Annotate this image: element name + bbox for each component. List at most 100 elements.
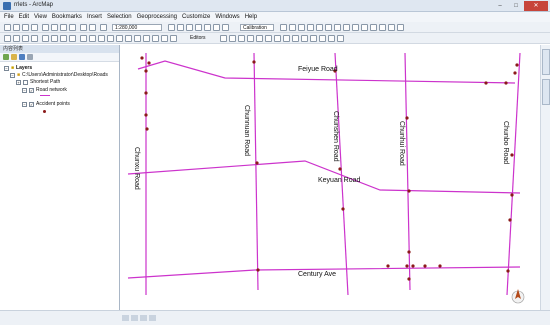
go-to-xy-icon[interactable] [125,35,132,42]
reshape-feature-icon[interactable] [283,35,290,42]
copy-icon[interactable] [51,24,58,31]
editor-toolbar-icon[interactable] [168,24,175,31]
menu-insert[interactable]: Insert [87,12,102,22]
menu-file[interactable]: File [4,12,14,22]
map-display[interactable]: Feiyue Road Keyuan Road Century Ave Chun… [120,45,540,310]
modelbuilder-icon[interactable] [222,24,229,31]
menu-bookmarks[interactable]: Bookmarks [52,12,82,22]
editor-menu[interactable]: Editors [190,35,206,42]
zoom-out-icon[interactable] [13,35,20,42]
catalog-tab[interactable] [542,49,550,75]
data-source-row[interactable]: − ■ C:\Users\Administrator\Desktop\Roads [10,72,108,79]
split-tool-icon[interactable] [301,35,308,42]
menu-customize[interactable]: Customize [182,12,210,22]
layer-visibility-checkbox[interactable]: ✓ [29,102,34,107]
network-analyst-icon[interactable] [352,24,359,31]
options-icon[interactable] [397,24,404,31]
pan-icon[interactable] [22,35,29,42]
map-scale-combo[interactable]: 1:280,000 [112,24,162,31]
rotate-tool-icon[interactable] [310,35,317,42]
cut-polygons-icon[interactable] [292,35,299,42]
viewer-window-icon[interactable] [170,35,177,42]
list-by-selection-icon[interactable] [27,54,33,60]
menu-selection[interactable]: Selection [107,12,132,22]
layer-visibility-checkbox[interactable] [23,80,28,85]
menu-view[interactable]: View [34,12,47,22]
html-popup-icon[interactable] [152,35,159,42]
layer-visibility-checkbox[interactable]: ✓ [29,88,34,93]
edit-vertices-icon[interactable] [274,35,281,42]
sketch-properties-icon[interactable] [328,35,335,42]
paste-icon[interactable] [60,24,67,31]
select-tool-icon[interactable] [280,24,287,31]
point-icon[interactable] [265,35,272,42]
calibration-dropdown[interactable]: Calibration [240,24,274,31]
collapse-icon[interactable]: − [22,88,27,93]
layout-view-icon[interactable] [131,315,138,321]
arctoolbox-icon[interactable] [204,24,211,31]
save-icon[interactable] [22,24,29,31]
trace-icon[interactable] [256,35,263,42]
new-route-icon[interactable] [361,24,368,31]
solve-icon[interactable] [370,24,377,31]
layout-icon[interactable] [343,24,350,31]
table-of-contents-icon[interactable] [177,24,184,31]
measure-tool-icon[interactable] [134,35,141,42]
clear-selection-icon[interactable] [89,35,96,42]
menu-windows[interactable]: Windows [215,12,239,22]
create-features-icon[interactable] [388,24,395,31]
cut-icon[interactable] [42,24,49,31]
layers-root[interactable]: − ■ Layers [4,65,32,72]
measure-icon[interactable] [325,24,332,31]
arctoolbox-tab[interactable] [542,79,550,105]
attributes-icon[interactable] [319,35,326,42]
zoom-in-icon[interactable] [4,35,11,42]
hyperlink-icon[interactable] [143,35,150,42]
accident-points-row[interactable]: − ✓ Accident points [22,101,70,108]
fixed-zoom-in-icon[interactable] [42,35,49,42]
back-extent-icon[interactable] [60,35,67,42]
catalog-window-icon[interactable] [186,24,193,31]
identify-route-icon[interactable] [298,24,305,31]
print-icon[interactable] [31,24,38,31]
create-features-window-icon[interactable] [337,35,344,42]
road-network-row[interactable]: − ✓ Road network [22,87,67,94]
collapse-icon[interactable]: − [4,66,9,71]
route-locations-icon[interactable] [316,24,323,31]
list-by-visibility-icon[interactable] [19,54,25,60]
menu-edit[interactable]: Edit [19,12,29,22]
collapse-icon[interactable]: − [10,73,15,78]
undo-icon[interactable] [80,24,87,31]
edit-tool-icon[interactable] [220,35,227,42]
open-folder-icon[interactable] [13,24,20,31]
python-window-icon[interactable] [213,24,220,31]
fixed-zoom-out-icon[interactable] [51,35,58,42]
time-slider-icon[interactable] [161,35,168,42]
select-features-icon[interactable] [80,35,87,42]
calibrate-tool-icon[interactable] [289,24,296,31]
delete-icon[interactable] [69,24,76,31]
list-by-drawing-order-icon[interactable] [3,54,9,60]
list-by-source-icon[interactable] [11,54,17,60]
close-button[interactable]: ✕ [524,1,548,11]
full-extent-icon[interactable] [31,35,38,42]
redo-icon[interactable] [89,24,96,31]
select-elements-icon[interactable] [98,35,105,42]
forward-extent-icon[interactable] [69,35,76,42]
menu-help[interactable]: Help [245,12,257,22]
pause-drawing-icon[interactable] [149,315,156,321]
minimize-button[interactable]: – [492,1,508,11]
search-window-icon[interactable] [195,24,202,31]
add-data-icon[interactable] [100,24,107,31]
new-document-icon[interactable] [4,24,11,31]
menu-geoprocessing[interactable]: Geoprocessing [137,12,177,22]
refresh-icon[interactable] [140,315,147,321]
end-point-arc-icon[interactable] [247,35,254,42]
hatch-icon[interactable] [307,24,314,31]
expand-icon[interactable]: + [16,80,21,85]
data-view-icon[interactable] [122,315,129,321]
identify-icon[interactable] [107,35,114,42]
edit-annotation-icon[interactable] [229,35,236,42]
collapse-icon[interactable]: − [22,102,27,107]
label-icon[interactable] [334,24,341,31]
